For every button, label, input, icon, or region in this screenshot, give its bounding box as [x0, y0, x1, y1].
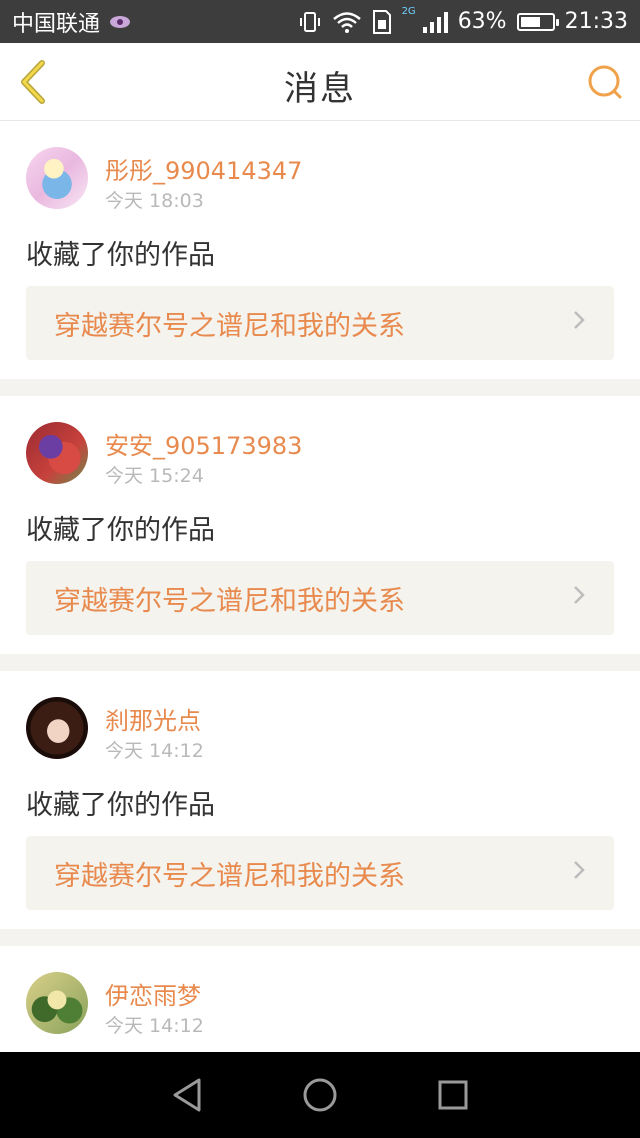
timestamp: 今天 18:03	[105, 190, 204, 212]
nav-back-button[interactable]	[167, 1075, 207, 1115]
username[interactable]: 安安_905173983	[105, 426, 302, 461]
action-text: 收藏了你的作品	[26, 515, 215, 546]
battery-percent: 63%	[457, 9, 507, 34]
network-type-badge: 2G	[401, 6, 416, 17]
wifi-icon	[332, 10, 362, 34]
avatar[interactable]	[26, 147, 88, 209]
avatar[interactable]	[26, 422, 88, 484]
action-text: 收藏了你的作品	[26, 790, 215, 821]
timestamp: 今天 15:24	[105, 465, 204, 487]
message-card: 伊恋雨梦 今天 14:12	[0, 946, 640, 1066]
chevron-right-icon	[572, 858, 586, 888]
eye-icon	[110, 15, 131, 28]
nav-home-button[interactable]	[300, 1075, 340, 1115]
vibrate-icon	[298, 10, 322, 34]
battery-icon	[516, 12, 559, 31]
username[interactable]: 刹那光点	[105, 701, 201, 736]
work-link[interactable]: 穿越赛尔号之谱尼和我的关系	[26, 836, 614, 910]
message-list: 彤彤_990414347 今天 18:03 收藏了你的作品 穿越赛尔号之谱尼和我…	[0, 121, 640, 1083]
square-recents-icon	[438, 1080, 468, 1110]
work-link[interactable]: 穿越赛尔号之谱尼和我的关系	[26, 286, 614, 360]
carrier-name: 中国联通	[12, 11, 101, 37]
search-button[interactable]	[586, 63, 624, 101]
signal-icon	[422, 11, 448, 33]
page-title: 消息	[284, 69, 356, 109]
username[interactable]: 彤彤_990414347	[105, 151, 302, 186]
battery-fill	[520, 16, 540, 27]
message-card: 安安_905173983 今天 15:24 收藏了你的作品 穿越赛尔号之谱尼和我…	[0, 396, 640, 654]
circle-home-icon	[303, 1078, 337, 1112]
message-card: 彤彤_990414347 今天 18:03 收藏了你的作品 穿越赛尔号之谱尼和我…	[0, 121, 640, 379]
sim-icon	[372, 9, 392, 35]
status-icons: 2G 63% 21:33	[298, 6, 628, 35]
work-title: 穿越赛尔号之谱尼和我的关系	[54, 585, 405, 617]
work-title: 穿越赛尔号之谱尼和我的关系	[54, 860, 405, 892]
username[interactable]: 伊恋雨梦	[105, 976, 201, 1011]
work-link[interactable]: 穿越赛尔号之谱尼和我的关系	[26, 561, 614, 635]
avatar[interactable]	[26, 972, 88, 1034]
action-text: 收藏了你的作品	[26, 240, 215, 271]
chevron-right-icon	[572, 308, 586, 338]
chevron-right-icon	[572, 583, 586, 613]
system-nav-bar	[0, 1052, 640, 1138]
message-card: 刹那光点 今天 14:12 收藏了你的作品 穿越赛尔号之谱尼和我的关系	[0, 671, 640, 929]
app-header: 消息	[0, 43, 640, 121]
search-icon	[588, 65, 622, 99]
work-title: 穿越赛尔号之谱尼和我的关系	[54, 310, 405, 342]
carrier-group: 中国联通	[12, 6, 131, 38]
triangle-back-icon	[173, 1078, 201, 1112]
avatar[interactable]	[26, 697, 88, 759]
clock: 21:33	[564, 9, 628, 34]
timestamp: 今天 14:12	[105, 1015, 204, 1037]
nav-recents-button[interactable]	[433, 1075, 473, 1115]
status-bar: 中国联通 2G 63% 21:33	[0, 0, 640, 43]
timestamp: 今天 14:12	[105, 740, 204, 762]
